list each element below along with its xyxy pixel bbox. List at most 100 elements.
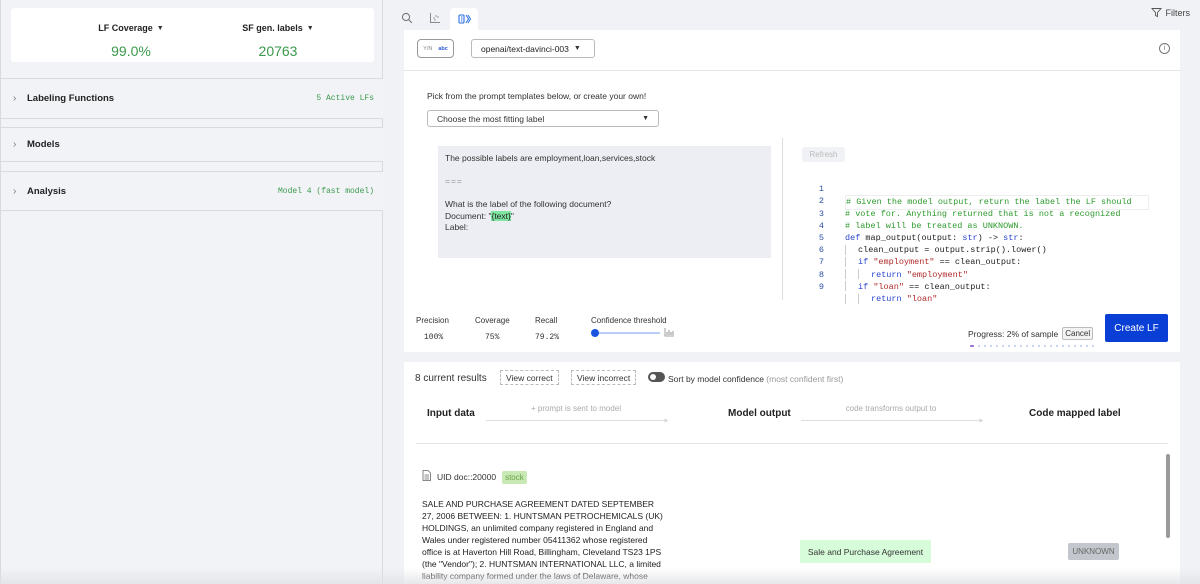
accordion-title: Models (27, 139, 60, 150)
filters-button[interactable]: Filters (1150, 7, 1190, 18)
output-type-toggle[interactable]: Y/N abc (417, 39, 454, 58)
prompt-text: " (510, 210, 514, 221)
histogram-icon[interactable] (664, 327, 675, 339)
template-variable: {text} (491, 210, 511, 221)
code-line: 8 if "loan" == clean_output: (804, 256, 1149, 292)
stat-value: 20763 (258, 43, 298, 59)
metric-value: 100% (424, 333, 444, 342)
column-header-code-mapped-label: Code mapped label (1029, 408, 1121, 419)
caret-down-icon: ▼ (642, 115, 649, 122)
line-number: 9 (818, 281, 824, 292)
code-text: == clean_output: (903, 281, 991, 292)
progress-label: Progress: 2% of sample (968, 328, 1059, 339)
search-icon[interactable] (396, 8, 418, 28)
progress-status: Progress: 2% of sample Cancel (968, 327, 1094, 340)
prompt-line: The possible labels are employment,loan,… (445, 153, 656, 163)
chevron-right-icon: › (13, 185, 17, 197)
caret-down-icon: ▼ (306, 24, 314, 32)
results-count: 8 current results (415, 373, 487, 384)
result-row-header: UID doc::20000 stock (422, 470, 527, 484)
stat-lf-coverage-dropdown[interactable]: LF Coverage ▼ (98, 23, 163, 33)
sort-label: Sort by model confidence (most confident… (668, 374, 843, 384)
view-incorrect-button[interactable]: View incorrect (571, 370, 637, 385)
vertical-divider (782, 138, 783, 300)
code-keyword: return (871, 293, 902, 304)
caret-down-icon: ▼ (573, 45, 581, 52)
sort-hint: (most confident first) (766, 374, 844, 384)
create-lf-button[interactable]: Create LF (1105, 314, 1168, 342)
accordion-labeling-functions[interactable]: › Labeling Functions 5 Active LFs (1, 78, 383, 119)
document-text: SALE AND PURCHASE AGREEMENT DATED SEPTEM… (422, 499, 663, 581)
code-string: "loan" (873, 281, 904, 292)
code-line: 4 def map_output(output: str) -> str: (804, 208, 1149, 243)
mapped-label-badge: UNKNOWN (1068, 543, 1119, 560)
code-line: 6 if "employment" == clean_output: (804, 232, 1149, 267)
filter-icon (1150, 8, 1162, 18)
scatter-plot-icon[interactable] (424, 8, 446, 28)
code-line: 9 return "loan" (804, 269, 1149, 304)
prompt-line: What is the label of the following docum… (445, 199, 612, 209)
slider-thumb[interactable] (591, 329, 599, 337)
stat-label: LF Coverage (98, 23, 153, 33)
info-icon[interactable]: i (1159, 43, 1170, 54)
code-string: "loan" (906, 293, 938, 304)
prompt-document-line: Document: "{text}" (445, 210, 764, 223)
arrow-right-icon: > (663, 418, 668, 425)
results-scrollbar[interactable] (1166, 454, 1170, 538)
prompt-separator: === (445, 176, 463, 186)
progress-bar (970, 345, 1097, 347)
code-line: 5 clean_output = output.strip().lower() (804, 220, 1149, 255)
prompt-line: Label: (445, 222, 469, 232)
code-editor[interactable]: 1 # Given the model output, return the l… (804, 171, 1149, 304)
model-select[interactable]: openai/text-davinci-003 ▼ (471, 39, 595, 58)
confidence-threshold-label: Confidence threshold (591, 316, 667, 325)
confidence-threshold-slider[interactable] (591, 328, 691, 338)
ground-truth-badge: stock (502, 470, 527, 484)
accordion-models[interactable]: › Models (1, 127, 383, 162)
metric-precision: Precision 100% (416, 316, 449, 342)
accordion-analysis[interactable]: › Analysis Model 4 (fast model) (1, 171, 383, 211)
metric-value: 75% (485, 333, 500, 342)
code-line: 7 return "employment" (804, 244, 1149, 279)
stats-card: LF Coverage ▼ 99.0% SF gen. labels ▼ 207… (11, 8, 374, 62)
chevron-right-icon: › (13, 139, 17, 150)
prompt-builder-icon[interactable] (450, 8, 478, 30)
chevron-right-icon: › (13, 93, 17, 104)
code-line: 2 # vote for. Anything returned that is … (804, 183, 1149, 218)
model-output-badge: Sale and Purchase Agreement (800, 540, 931, 563)
sort-confidence-toggle[interactable] (648, 372, 665, 382)
yn-option[interactable]: Y/N (423, 46, 432, 52)
sidebar: LF Coverage ▼ 99.0% SF gen. labels ▼ 207… (0, 0, 383, 584)
stat-sf-gen-labels: SF gen. labels ▼ 20763 (228, 18, 328, 59)
abc-option[interactable]: abc (438, 46, 447, 52)
prompt-text: Document: " (445, 210, 492, 221)
metric-label: Recall (535, 316, 558, 325)
slider-track (595, 332, 660, 334)
stat-label: SF gen. labels (242, 23, 303, 33)
metric-recall: Recall 79.2% (535, 316, 559, 342)
metric-value: 79.2% (535, 333, 560, 342)
stat-sf-gen-labels-dropdown[interactable]: SF gen. labels ▼ (242, 23, 313, 33)
divider (404, 70, 1180, 71)
stat-value: 99.0% (111, 43, 151, 59)
results-panel: 8 current results View correct View inco… (404, 362, 1180, 584)
flow-annotation: + prompt is sent to model > (486, 404, 668, 425)
flow-label: + prompt is sent to model (530, 404, 622, 413)
template-select[interactable]: Choose the most fitting label ▼ (427, 110, 659, 127)
column-header-model-output: Model output (728, 408, 791, 419)
divider (416, 443, 1168, 444)
metric-label: Coverage (475, 316, 510, 325)
sort-label-text: Sort by model confidence (668, 374, 764, 384)
code-line: 3 # label will be treated as UNKNOWN. (804, 195, 1149, 231)
prompt-editor[interactable]: The possible labels are employment,loan,… (438, 146, 771, 258)
refresh-button[interactable]: Refresh (802, 147, 845, 162)
model-select-value: openai/text-davinci-003 (481, 43, 569, 54)
metric-label: Precision (416, 316, 449, 325)
template-instructions: Pick from the prompt templates below, or… (427, 91, 647, 101)
accordion-title: Analysis (27, 185, 67, 197)
document-uid: UID doc::20000 (437, 472, 497, 482)
view-correct-button[interactable]: View correct (500, 370, 559, 385)
cancel-button[interactable]: Cancel (1062, 327, 1094, 340)
document-icon (422, 470, 431, 484)
arrow-right-icon: > (978, 418, 983, 425)
